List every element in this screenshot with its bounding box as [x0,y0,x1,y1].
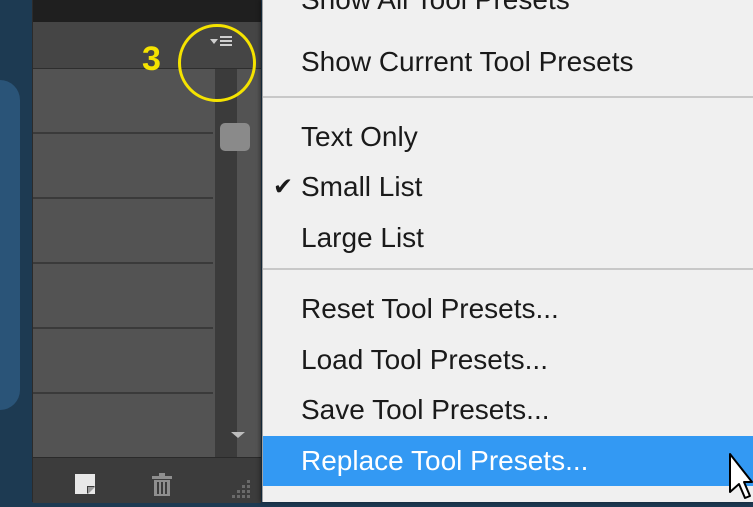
menu-item-label: Replace Tool Presets... [301,445,589,476]
menu-item-label: Load Tool Presets... [301,344,548,375]
checkmark-icon: ✔ [273,173,294,201]
resize-grip-icon[interactable] [229,478,253,505]
menu-item-text-only[interactable]: Text Only [263,112,753,162]
menu-item-label: Reset Tool Presets... [301,293,559,324]
menu-item-small-list[interactable]: ✔ Small List [263,162,753,212]
menu-item-reset-presets[interactable]: Reset Tool Presets... [263,284,753,334]
menu-item-label: Small List [301,171,423,202]
panel-flyout-menu: Show All Tool Presets Show Current Tool … [262,0,753,502]
preset-list [33,69,213,459]
menu-item-label: Show Current Tool Presets [301,46,634,77]
trash-icon[interactable] [149,472,175,503]
menu-separator [263,268,753,270]
menu-item-show-all-presets-cutoff[interactable]: Show All Tool Presets [301,0,570,16]
desktop-background-shape [0,80,20,410]
highlight-circle-annotation [178,24,256,102]
menu-item-label: Save Tool Presets... [301,394,550,425]
step-number-annotation: 3 [142,40,161,78]
list-item[interactable] [33,264,213,329]
scroll-down-arrow-icon[interactable] [231,432,245,438]
panel-footer [33,457,261,503]
new-preset-icon[interactable] [73,472,99,501]
menu-item-show-current-presets[interactable]: Show Current Tool Presets [263,37,753,87]
list-item[interactable] [33,134,213,199]
menu-item-label: Text Only [301,121,418,152]
menu-item-load-presets[interactable]: Load Tool Presets... [263,335,753,385]
panel-title-bar [33,0,261,22]
menu-item-save-presets[interactable]: Save Tool Presets... [263,385,753,435]
menu-separator [263,96,753,98]
list-item[interactable] [33,329,213,394]
list-item[interactable] [33,394,213,459]
menu-item-label: Large List [301,222,424,253]
list-item[interactable] [33,199,213,264]
mouse-cursor-icon [728,452,753,507]
menu-item-large-list[interactable]: Large List [263,213,753,263]
scroll-thumb[interactable] [220,123,250,151]
menu-item-replace-presets[interactable]: Replace Tool Presets... [263,436,753,486]
